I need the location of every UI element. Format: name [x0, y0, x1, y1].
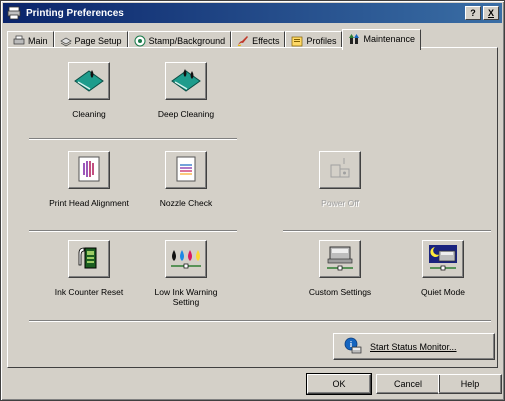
custom-settings-icon	[324, 243, 356, 275]
printer-app-icon	[6, 5, 22, 21]
help-title-button[interactable]: ?	[465, 6, 481, 20]
tab-maintenance[interactable]: Maintenance	[342, 29, 422, 50]
print-head-alignment-icon	[77, 155, 101, 185]
stamp-icon	[134, 35, 146, 47]
nozzle-check-tool: Nozzle Check	[126, 151, 246, 208]
separator	[29, 320, 491, 322]
ink-drops-icon	[169, 244, 203, 274]
tab-effects-label: Effects	[252, 35, 280, 46]
title-bar[interactable]: Printing Preferences ? X	[3, 3, 502, 23]
quiet-mode-tool: Quiet Mode	[383, 240, 503, 297]
low-ink-warning-label-line1: Low Ink Warning	[154, 287, 218, 297]
maintenance-panel: Cleaning Deep Cleaning Print Head Alignm…	[7, 47, 498, 368]
custom-settings-button[interactable]	[319, 240, 361, 278]
nozzle-check-label: Nozzle Check	[159, 198, 213, 208]
nozzle-check-icon	[174, 155, 198, 185]
custom-settings-tool: Custom Settings	[280, 240, 400, 297]
close-title-button[interactable]: X	[483, 6, 499, 20]
ink-counter-reset-button[interactable]	[68, 240, 110, 278]
tab-main-label: Main	[28, 35, 48, 46]
deep-cleaning-label: Deep Cleaning	[157, 109, 215, 119]
quiet-mode-button[interactable]	[422, 240, 464, 278]
separator	[29, 138, 237, 140]
start-status-monitor-button[interactable]: i Start Status Monitor...	[333, 333, 495, 360]
cleaning-button[interactable]	[68, 62, 110, 100]
power-off-icon	[327, 155, 353, 185]
help-button[interactable]: Help	[438, 374, 502, 394]
low-ink-warning-setting-label: Low Ink Warning Setting	[126, 287, 246, 307]
power-off-button[interactable]	[319, 151, 361, 189]
quiet-mode-icon	[427, 243, 459, 275]
custom-settings-label: Custom Settings	[308, 287, 372, 297]
print-head-alignment-button[interactable]	[68, 151, 110, 189]
window-title: Printing Preferences	[26, 7, 124, 19]
printer-icon	[13, 35, 25, 47]
pages-icon	[59, 35, 72, 47]
status-monitor-icon: i	[344, 337, 362, 357]
cleaning-icon	[72, 66, 106, 96]
deep-cleaning-tool: Deep Cleaning	[126, 62, 246, 119]
quiet-mode-label: Quiet Mode	[421, 287, 465, 297]
low-ink-warning-setting-tool: Low Ink Warning Setting	[126, 240, 246, 307]
profiles-icon	[291, 35, 303, 47]
deep-cleaning-icon	[169, 66, 203, 96]
tab-profiles-label: Profiles	[306, 35, 337, 46]
tab-stamp-background-label: Stamp/Background	[148, 35, 226, 46]
start-status-monitor-label: Start Status Monitor...	[370, 341, 457, 352]
deep-cleaning-button[interactable]	[165, 62, 207, 100]
brush-icon	[237, 35, 249, 47]
ok-button[interactable]: OK	[306, 373, 372, 395]
tools-icon	[348, 33, 360, 45]
low-ink-warning-setting-button[interactable]	[165, 240, 207, 278]
power-off-label: Power Off	[321, 198, 359, 208]
low-ink-warning-label-line2: Setting	[172, 297, 200, 307]
cancel-button[interactable]: Cancel	[376, 374, 440, 394]
nozzle-check-button[interactable]	[165, 151, 207, 189]
tab-page-setup-label: Page Setup	[74, 35, 122, 46]
ink-counter-reset-icon	[76, 243, 102, 275]
tab-strip: Main Page Setup Stamp/Background Effects…	[7, 29, 422, 50]
separator	[283, 230, 491, 232]
power-off-tool: Power Off	[280, 151, 400, 208]
separator	[29, 230, 237, 232]
printing-preferences-window: Printing Preferences ? X Main Page Setup…	[0, 0, 505, 401]
tab-maintenance-label: Maintenance	[363, 33, 416, 44]
